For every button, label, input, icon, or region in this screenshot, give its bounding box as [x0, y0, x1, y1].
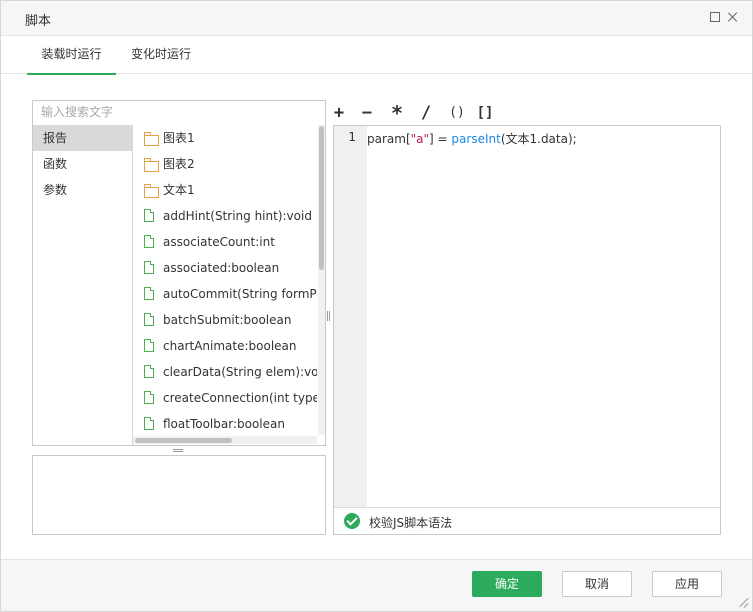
check-circle-icon — [344, 513, 360, 529]
member-list: 图表1 图表2 文本1 addHint(String hint):void as… — [133, 125, 317, 435]
cancel-button[interactable]: 取消 — [562, 571, 632, 597]
script-editor[interactable]: 1 param["a"] = parseInt(文本1.data); 校验JS脚… — [333, 125, 721, 535]
divide-button[interactable]: / — [419, 102, 433, 124]
maximize-icon[interactable] — [709, 11, 721, 23]
brackets-button[interactable]: [] — [475, 102, 495, 124]
list-item[interactable]: autoCommit(String formParm — [133, 281, 317, 307]
file-icon — [144, 209, 154, 222]
list-item[interactable]: clearData(String elem):void — [133, 359, 317, 385]
category-parameters[interactable]: 参数 — [33, 177, 132, 203]
horizontal-splitter-handle[interactable] — [327, 311, 331, 321]
file-icon — [144, 235, 154, 248]
validate-syntax-button[interactable]: 校验JS脚本语法 — [334, 507, 720, 534]
list-item[interactable]: 文本1 — [133, 177, 317, 203]
dialog-footer: 确定 取消 应用 — [1, 559, 752, 611]
file-icon — [144, 261, 154, 274]
list-item-label: 文本1 — [163, 183, 195, 197]
list-item-label: 图表1 — [163, 131, 195, 145]
minus-button[interactable]: − — [359, 102, 375, 124]
code-token: param[ — [367, 132, 411, 146]
close-icon[interactable] — [727, 11, 739, 23]
category-functions[interactable]: 函数 — [33, 151, 132, 177]
list-item[interactable]: 图表2 — [133, 151, 317, 177]
file-icon — [144, 339, 154, 352]
list-item[interactable]: associated:boolean — [133, 255, 317, 281]
category-list: 报告 函数 参数 — [33, 125, 133, 445]
vertical-scroll-thumb[interactable] — [319, 126, 324, 270]
list-item[interactable]: addHint(String hint):void — [133, 203, 317, 229]
search-box — [32, 100, 329, 126]
dialog-title: 脚本 — [25, 14, 52, 29]
search-input[interactable] — [33, 101, 329, 123]
category-report[interactable]: 报告 — [33, 125, 132, 151]
list-item-label: associateCount:int — [163, 235, 275, 249]
file-icon — [144, 287, 154, 300]
list-item-label: 图表2 — [163, 157, 195, 171]
resize-grip-icon[interactable] — [738, 597, 748, 607]
list-item[interactable]: chartAnimate:boolean — [133, 333, 317, 359]
list-item[interactable]: associateCount:int — [133, 229, 317, 255]
description-panel — [32, 455, 326, 535]
object-browser: 报告 函数 参数 图表1 图表2 文本1 addHint(String hint… — [32, 125, 326, 446]
apply-button[interactable]: 应用 — [652, 571, 722, 597]
list-item-label: associated:boolean — [163, 261, 280, 275]
line-number-gutter: 1 — [334, 126, 367, 507]
file-icon — [144, 313, 154, 326]
code-string-token: "a" — [410, 132, 430, 146]
code-function-token: parseInt — [451, 132, 501, 146]
line-number: 1 — [348, 130, 356, 144]
parentheses-button[interactable]: () — [446, 102, 468, 124]
list-item-label: clearData(String elem):void — [163, 365, 317, 379]
list-item[interactable]: floatToolbar:boolean — [133, 411, 317, 435]
list-item-label: createConnection(int type,Str — [163, 391, 317, 405]
file-icon — [144, 365, 154, 378]
validate-syntax-label: 校验JS脚本语法 — [369, 516, 453, 530]
list-item[interactable]: 图表1 — [133, 125, 317, 151]
code-token: (文本1.data); — [500, 132, 577, 146]
vertical-splitter-handle[interactable] — [173, 449, 183, 453]
list-item-label: autoCommit(String formParm — [163, 287, 317, 301]
tab-bar: 装载时运行 变化时运行 — [1, 36, 752, 75]
plus-button[interactable]: + — [331, 102, 347, 124]
list-item-label: floatToolbar:boolean — [163, 417, 285, 431]
list-item-label: batchSubmit:boolean — [163, 313, 292, 327]
list-item[interactable]: batchSubmit:boolean — [133, 307, 317, 333]
code-token: ] = — [429, 132, 452, 146]
code-area[interactable]: param["a"] = parseInt(文本1.data); — [367, 126, 720, 507]
tab-run-on-load[interactable]: 装载时运行 — [27, 45, 116, 75]
file-icon — [144, 391, 154, 404]
code-line: param["a"] = parseInt(文本1.data); — [367, 130, 577, 147]
file-icon — [144, 417, 154, 430]
horizontal-scroll-thumb[interactable] — [135, 438, 232, 443]
ok-button[interactable]: 确定 — [472, 571, 542, 597]
multiply-button[interactable]: * — [389, 102, 405, 124]
list-item-label: addHint(String hint):void — [163, 209, 312, 223]
tab-run-on-change[interactable]: 变化时运行 — [131, 45, 191, 73]
script-dialog: 脚本 装载时运行 变化时运行 报告 函数 参数 图表1 图表2 文本1 — [0, 0, 753, 612]
list-item-label: chartAnimate:boolean — [163, 339, 297, 353]
title-bar: 脚本 — [1, 1, 752, 36]
list-item[interactable]: createConnection(int type,Str — [133, 385, 317, 411]
